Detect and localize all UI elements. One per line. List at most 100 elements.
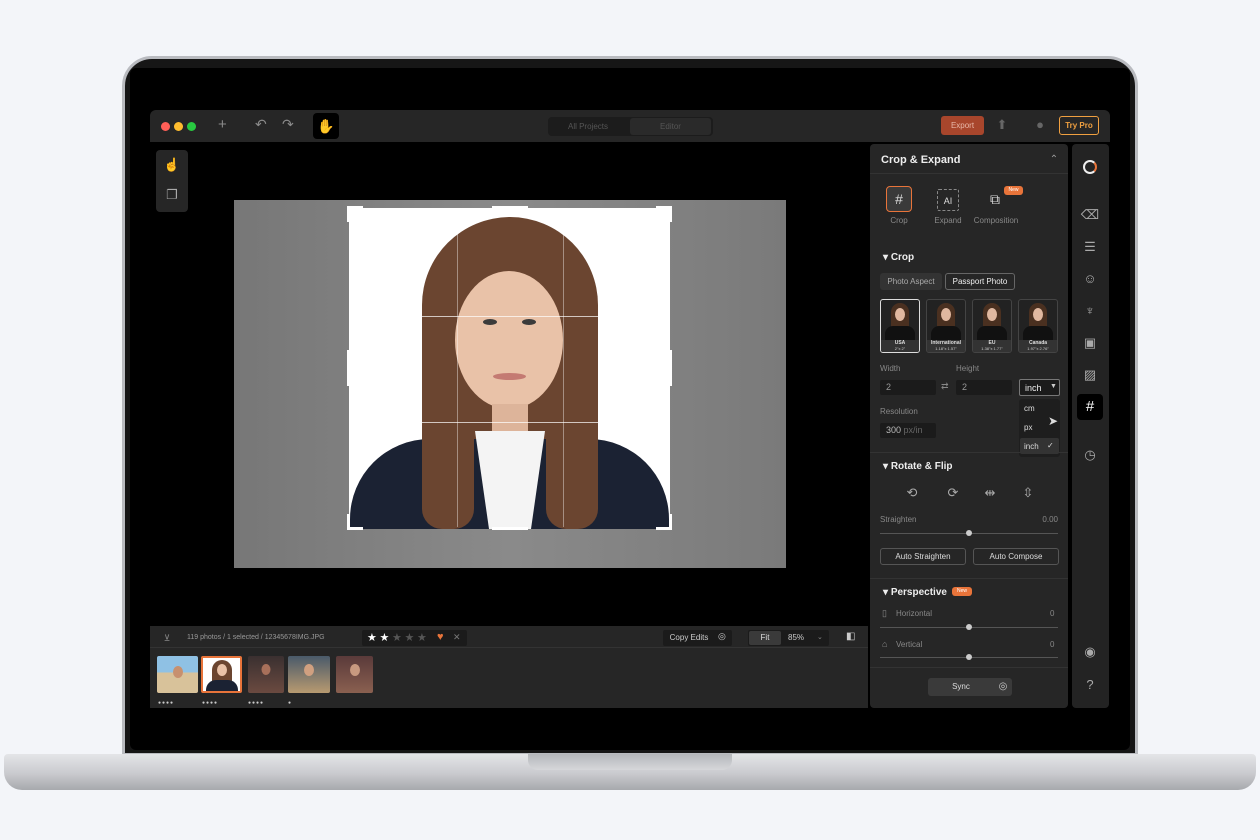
rotate-right-icon[interactable]: ⟳ (943, 483, 963, 503)
background-icon[interactable]: ▣ (1080, 333, 1100, 353)
unit-option-inch[interactable]: inch (1024, 442, 1039, 451)
ai-enhance-icon[interactable] (1083, 160, 1097, 174)
passport-preset-1[interactable]: International 1.18"x 1.57" (926, 299, 966, 353)
crop-frame[interactable] (349, 208, 670, 529)
flip-vertical-icon[interactable]: ⇳ (1018, 483, 1038, 503)
view-segment: All Projects Editor (548, 117, 713, 136)
discord-icon[interactable]: ◉ (1080, 642, 1100, 662)
tab-photo-aspect[interactable]: Photo Aspect (880, 273, 942, 290)
user-avatar-icon[interactable]: ● (1030, 115, 1050, 135)
preset-size: 2"x 2" (881, 346, 919, 352)
rotate-section-header[interactable]: ▾ Rotate & Flip (883, 461, 952, 472)
add-icon[interactable]: + (218, 116, 227, 133)
crop-corner-handle[interactable] (669, 206, 672, 222)
copy-settings-icon[interactable]: ◎ (718, 631, 726, 642)
eraser-icon[interactable]: ⌫ (1080, 205, 1100, 225)
heart-icon[interactable]: ♥ (437, 631, 444, 643)
filmstrip-thumbnail[interactable] (157, 656, 198, 693)
crop-corner-handle[interactable] (347, 514, 350, 530)
resolution-field[interactable]: 300 px/in (880, 423, 936, 438)
laptop-notch (528, 754, 732, 770)
export-button[interactable]: Export (941, 116, 984, 135)
straighten-slider-knob[interactable] (966, 530, 972, 536)
width-field[interactable]: 2 (880, 380, 936, 395)
unit-select[interactable]: inch ▼ (1019, 379, 1060, 396)
unit-option-cm[interactable]: cm (1024, 404, 1035, 413)
portrait-face (455, 271, 563, 409)
thumbnail-rating-dots: ●●●● (158, 700, 175, 706)
flip-horizontal-icon[interactable]: ⇹ (980, 483, 1000, 503)
auto-compose-button[interactable]: Auto Compose (973, 548, 1059, 565)
crop-edge-handle[interactable] (669, 350, 672, 386)
zoom-window-button[interactable] (187, 122, 196, 131)
undo-icon[interactable]: ↶ (255, 116, 267, 133)
body-icon[interactable]: ♆ (1080, 301, 1100, 321)
tab-editor[interactable]: Editor (630, 118, 711, 135)
collapse-icon[interactable]: ⌃ (1044, 150, 1064, 170)
crop-edge-handle[interactable] (347, 350, 350, 386)
crop-corner-handle[interactable] (669, 514, 672, 530)
history-icon[interactable]: ◷ (1080, 445, 1100, 465)
zoom-level[interactable]: 85% (788, 633, 804, 642)
divider (870, 578, 1068, 579)
passport-preset-2[interactable]: EU 1.38"x 1.77" (972, 299, 1012, 353)
horizontal-slider-knob[interactable] (966, 624, 972, 630)
chevron-down-icon: ▼ (1050, 383, 1057, 390)
passport-preset-0[interactable]: USA 2"x 2" (880, 299, 920, 353)
hand-tool-icon[interactable]: ✋ (313, 113, 339, 139)
crop-edge-handle[interactable] (492, 206, 528, 209)
filmstrip-thumbnail[interactable] (336, 656, 373, 693)
rating-star-icon[interactable]: ★ (380, 631, 390, 644)
panel-title: Crop & Expand (881, 154, 961, 166)
swap-icon[interactable]: ⇄ (941, 381, 949, 392)
copy-edits-button[interactable]: Copy Edits (663, 630, 715, 646)
filmstrip-thumbnail-selected[interactable] (201, 656, 242, 693)
redo-icon[interactable]: ↷ (282, 116, 294, 133)
crop-icon[interactable]: # (886, 186, 912, 212)
close-window-button[interactable] (161, 122, 170, 131)
rotate-left-icon[interactable]: ⟲ (902, 483, 922, 503)
auto-straighten-button[interactable]: Auto Straighten (880, 548, 966, 565)
sync-button[interactable]: Sync (928, 678, 994, 696)
reject-icon[interactable]: ✕ (453, 632, 461, 643)
mask-icon[interactable]: ▨ (1080, 365, 1100, 385)
adjust-sliders-icon[interactable]: ☰ (1080, 237, 1100, 257)
rating-star-icon[interactable]: ★ (392, 631, 402, 644)
crop-tool-icon[interactable]: # (1077, 394, 1103, 420)
fit-button[interactable]: Fit (749, 631, 781, 645)
horizontal-perspective-icon: ▯ (882, 608, 887, 618)
crop-section-header[interactable]: ▾ Crop (883, 252, 914, 263)
composition-icon[interactable]: ⧉ (985, 189, 1005, 209)
sync-settings-icon[interactable]: ◎ (993, 677, 1013, 697)
new-badge: New (1004, 186, 1023, 195)
passport-preset-3[interactable]: Canada 1.97"x 2.76" (1018, 299, 1058, 353)
ai-expand-icon[interactable]: AI (937, 189, 959, 211)
filter-icon[interactable]: ⊻ (157, 628, 177, 648)
compare-view-icon[interactable]: ◧ (846, 631, 855, 642)
perspective-section-header[interactable]: ▾ Perspective (883, 587, 947, 598)
pan-icon[interactable]: ☝ (162, 155, 182, 175)
rating-star-icon[interactable]: ★ (405, 631, 415, 644)
try-pro-button[interactable]: Try Pro (1059, 116, 1099, 135)
crop-edge-handle[interactable] (492, 527, 528, 530)
chevron-down-icon[interactable]: ⌄ (817, 633, 823, 641)
rating-star-icon[interactable]: ★ (417, 631, 427, 644)
width-label: Width (880, 364, 901, 373)
vertical-slider-knob[interactable] (966, 654, 972, 660)
tab-passport-photo[interactable]: Passport Photo (945, 273, 1015, 290)
height-field[interactable]: 2 (956, 380, 1012, 395)
share-icon[interactable]: ⬆ (992, 115, 1012, 135)
help-icon[interactable]: ? (1080, 675, 1100, 695)
rating-star-icon[interactable]: ★ (367, 631, 377, 644)
compare-icon[interactable]: ❐ (162, 185, 182, 205)
face-retouch-icon[interactable]: ☺ (1080, 269, 1100, 289)
tool-rail (1072, 144, 1109, 708)
unit-option-px[interactable]: px (1024, 423, 1032, 432)
filmstrip-thumbnail[interactable] (288, 656, 330, 693)
minimize-window-button[interactable] (174, 122, 183, 131)
perspective-section-label: Perspective (890, 587, 947, 598)
tab-all-projects[interactable]: All Projects (548, 117, 628, 136)
rating-bar (362, 630, 467, 646)
filmstrip-thumbnail[interactable] (248, 656, 284, 693)
crop-corner-handle[interactable] (347, 206, 350, 222)
